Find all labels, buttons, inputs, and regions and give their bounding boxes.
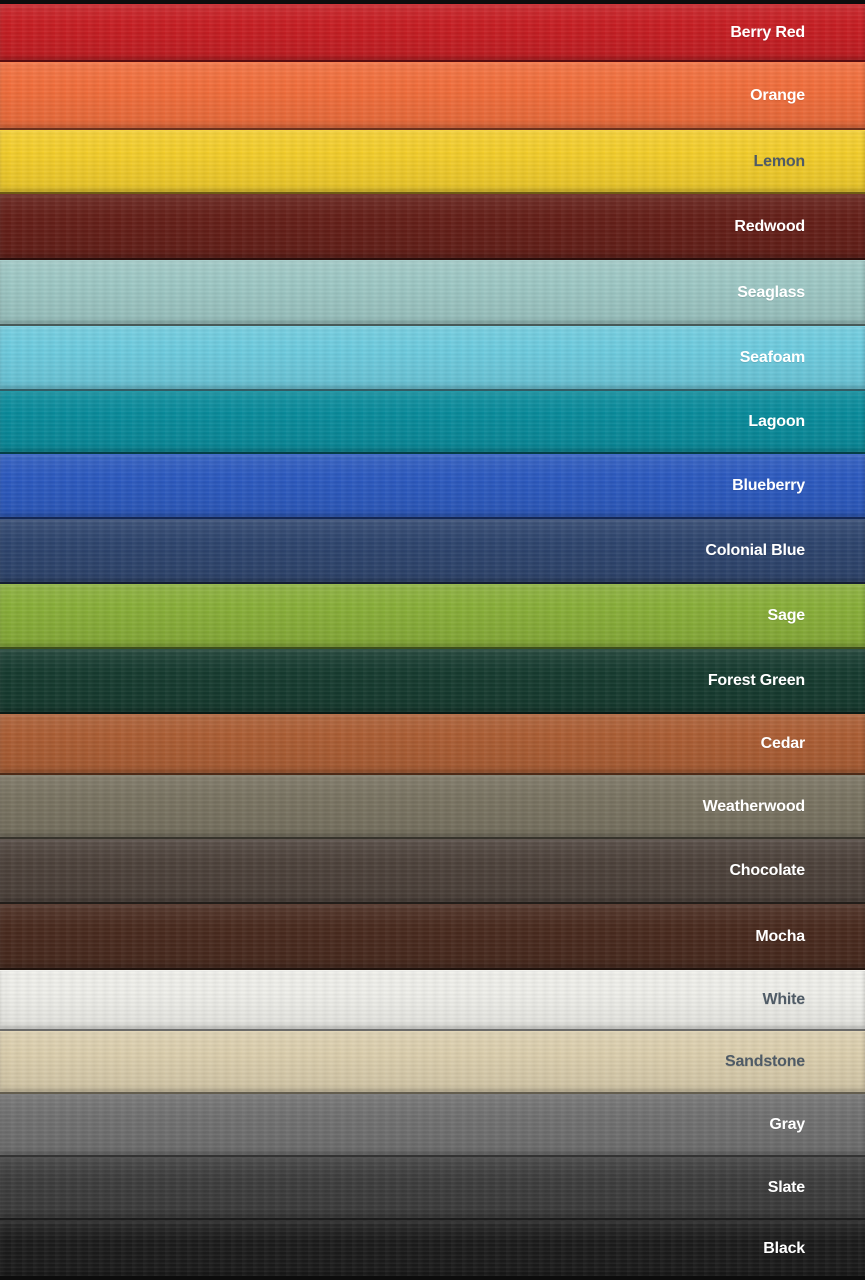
swatch-label: Berry Red xyxy=(730,23,805,41)
swatch-sage: Sage xyxy=(0,584,865,649)
swatch-label: Lagoon xyxy=(748,413,805,430)
swatch-label: Blueberry xyxy=(732,477,805,494)
swatch-label: Black xyxy=(763,1239,805,1257)
swatch-label: Sage xyxy=(767,607,806,624)
swatch-weatherwood: Weatherwood xyxy=(0,775,865,839)
swatch-berry-red: Berry Red xyxy=(0,4,865,62)
swatch-gray: Gray xyxy=(0,1094,865,1157)
swatch-label: Cedar xyxy=(760,735,806,752)
swatch-seaglass: Seaglass xyxy=(0,260,865,326)
swatch-label: Forest Green xyxy=(707,672,805,689)
swatch-label: Weatherwood xyxy=(702,797,806,815)
swatch-label: Colonial Blue xyxy=(705,542,805,559)
swatch-white: White xyxy=(0,970,865,1031)
swatch-label: Slate xyxy=(767,1179,805,1196)
swatch-seafoam: Seafoam xyxy=(0,326,865,391)
color-swatch-chart: Berry Red Orange Lemon Redwood Seaglass … xyxy=(0,0,865,1280)
swatch-chocolate: Chocolate xyxy=(0,839,865,904)
swatch-sandstone: Sandstone xyxy=(0,1031,865,1094)
swatch-label: Lemon xyxy=(753,152,806,170)
swatch-label: Mocha xyxy=(755,927,805,945)
swatch-colonial-blue: Colonial Blue xyxy=(0,519,865,584)
swatch-label: Orange xyxy=(750,86,805,104)
swatch-label: Seaglass xyxy=(737,283,805,301)
swatch-redwood: Redwood xyxy=(0,194,865,260)
swatch-label: White xyxy=(762,991,805,1008)
swatch-mocha: Mocha xyxy=(0,904,865,970)
swatch-slate: Slate xyxy=(0,1157,865,1220)
swatch-label: Redwood xyxy=(734,217,805,235)
swatch-forest-green: Forest Green xyxy=(0,649,865,714)
swatch-label: Chocolate xyxy=(729,862,805,879)
swatch-black: Black xyxy=(0,1220,865,1278)
swatch-label: Gray xyxy=(769,1116,805,1133)
swatch-lemon: Lemon xyxy=(0,130,865,194)
swatch-label: Sandstone xyxy=(725,1053,805,1070)
swatch-label: Seafoam xyxy=(739,349,805,366)
swatch-lagoon: Lagoon xyxy=(0,391,865,454)
swatch-orange: Orange xyxy=(0,62,865,130)
swatch-cedar: Cedar xyxy=(0,714,865,775)
swatch-blueberry: Blueberry xyxy=(0,454,865,519)
